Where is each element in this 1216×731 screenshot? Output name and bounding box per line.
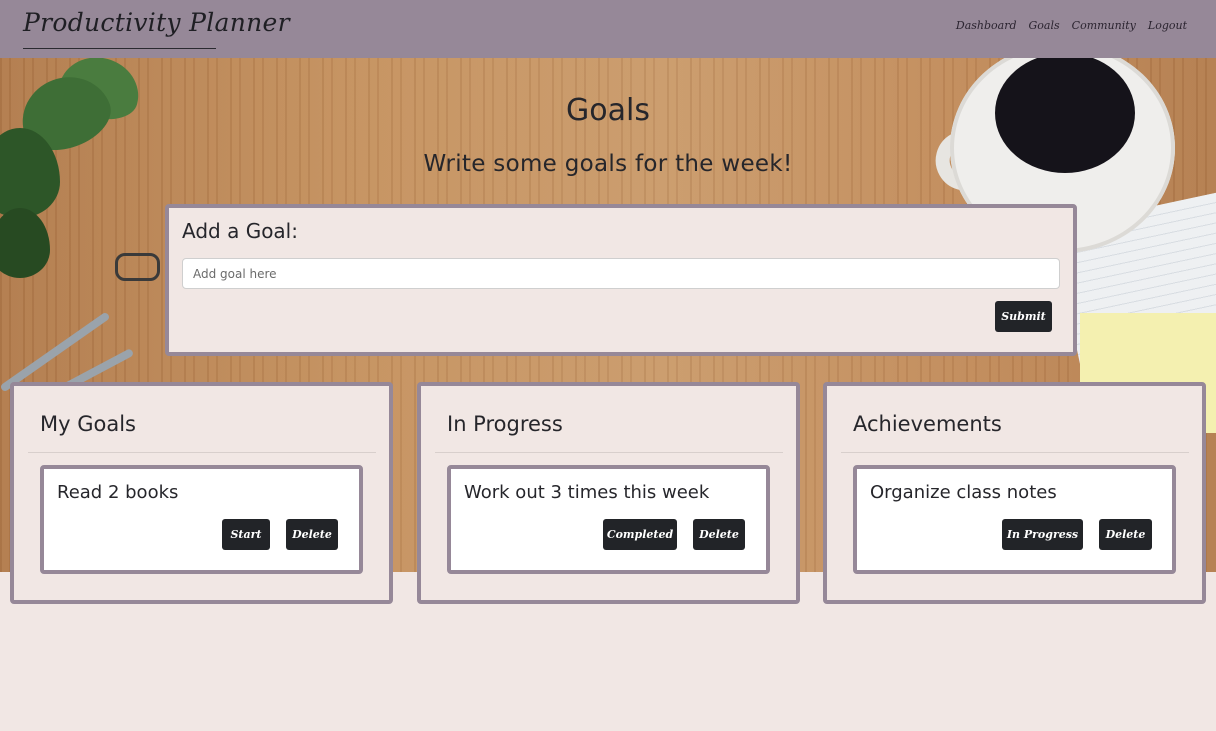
column-title: My Goals xyxy=(40,412,136,436)
in-progress-button[interactable]: In Progress xyxy=(1002,519,1083,550)
nav-link-dashboard[interactable]: Dashboard xyxy=(956,19,1017,32)
page-title: Goals xyxy=(566,93,650,128)
my-goals-column: My Goals Read 2 books Start Delete xyxy=(10,382,393,604)
brand-logo[interactable]: Productivity Planner xyxy=(23,8,290,37)
start-button[interactable]: Start xyxy=(222,519,270,550)
nav-link-logout[interactable]: Logout xyxy=(1148,19,1187,32)
submit-button[interactable]: Submit xyxy=(995,301,1052,332)
page-subtitle: Write some goals for the week! xyxy=(423,151,793,177)
completed-button[interactable]: Completed xyxy=(603,519,677,550)
achievements-column: Achievements Organize class notes In Pro… xyxy=(823,382,1206,604)
nav-link-community[interactable]: Community xyxy=(1072,19,1136,32)
goal-card: Work out 3 times this week Completed Del… xyxy=(447,465,770,574)
goal-text: Read 2 books xyxy=(57,482,179,503)
goal-card: Read 2 books Start Delete xyxy=(40,465,363,574)
add-goal-title: Add a Goal: xyxy=(182,219,298,243)
binder-clip xyxy=(115,253,160,281)
delete-button[interactable]: Delete xyxy=(693,519,745,550)
add-goal-card: Add a Goal: Submit xyxy=(165,204,1077,356)
delete-button[interactable]: Delete xyxy=(286,519,338,550)
goal-card: Organize class notes In Progress Delete xyxy=(853,465,1176,574)
plant-leaf xyxy=(0,208,50,278)
divider xyxy=(435,452,783,453)
brand-underline xyxy=(23,48,216,49)
goal-text: Organize class notes xyxy=(870,482,1057,503)
divider xyxy=(28,452,376,453)
delete-button[interactable]: Delete xyxy=(1099,519,1152,550)
column-title: Achievements xyxy=(853,412,1002,436)
drafting-compass xyxy=(0,311,111,393)
goal-input[interactable] xyxy=(182,258,1060,289)
navbar: Productivity Planner Dashboard Goals Com… xyxy=(0,0,1216,58)
nav-link-goals[interactable]: Goals xyxy=(1029,19,1060,32)
goal-text: Work out 3 times this week xyxy=(464,482,710,503)
nav-links: Dashboard Goals Community Logout xyxy=(956,19,1187,32)
in-progress-column: In Progress Work out 3 times this week C… xyxy=(417,382,800,604)
divider xyxy=(841,452,1189,453)
column-title: In Progress xyxy=(447,412,563,436)
